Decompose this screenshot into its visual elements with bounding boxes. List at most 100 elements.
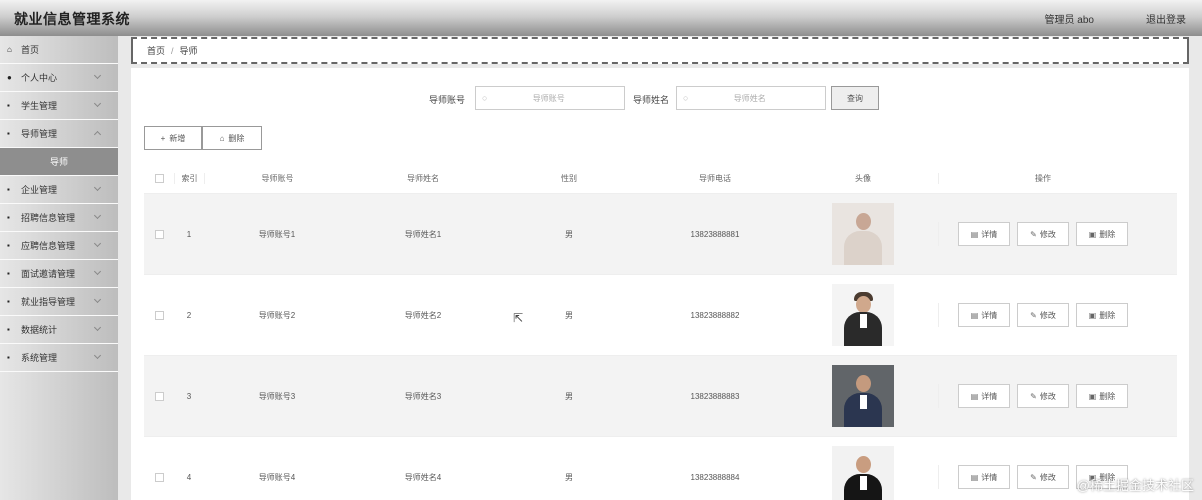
row-index: 1	[186, 229, 192, 239]
grid-icon: ▪	[7, 325, 10, 334]
name-search-input[interactable]: ○ 导师姓名	[676, 86, 826, 110]
detail-label: 详情	[981, 472, 998, 482]
row-avatar-cell	[788, 365, 938, 427]
grid-icon: ▪	[7, 353, 10, 362]
pencil-icon: ✎	[1030, 310, 1037, 320]
row-phone: 13823888884	[690, 472, 740, 482]
trash-icon: ⌂	[219, 133, 225, 143]
row-phone: 13823888881	[690, 229, 740, 239]
detail-button[interactable]: ▤ 详情	[958, 222, 1010, 246]
grid-icon: ▪	[7, 129, 10, 138]
column-header-sex: 性别	[561, 174, 577, 183]
sidebar-item-statistics[interactable]: ▪ 数据统计	[0, 316, 118, 344]
sidebar-item-home[interactable]: ⌂ 首页	[0, 36, 118, 64]
detail-button[interactable]: ▤ 详情	[958, 465, 1010, 489]
delete-label: 删除	[1099, 391, 1116, 401]
sidebar-item-system-management[interactable]: ▪ 系统管理	[0, 344, 118, 372]
row-index: 2	[186, 310, 192, 320]
sidebar-item-guidance-management[interactable]: ▪ 就业指导管理	[0, 288, 118, 316]
select-all-checkbox[interactable]	[144, 174, 174, 183]
chat-icon: ▪	[7, 269, 10, 278]
delete-button-label: 删除	[228, 133, 245, 143]
add-button[interactable]: + 新增	[144, 126, 202, 150]
column-header-avatar: 头像	[855, 174, 871, 183]
avatar	[832, 203, 894, 265]
row-checkbox-cell	[144, 391, 174, 401]
sidebar-item-interview-management[interactable]: ▪ 面试邀请管理	[0, 260, 118, 288]
row-account: 导师账号3	[258, 391, 296, 401]
edit-button[interactable]: ✎ 修改	[1017, 303, 1069, 327]
row-delete-button[interactable]: ▣ 删除	[1076, 303, 1128, 327]
column-header-actions: 操作	[938, 173, 1147, 184]
edit-label: 修改	[1039, 229, 1056, 239]
chat-icon: ▪	[7, 297, 10, 306]
edit-button[interactable]: ✎ 修改	[1017, 384, 1069, 408]
sidebar-subitem-mentor[interactable]: 导师	[0, 148, 118, 176]
row-phone: 13823888883	[690, 391, 740, 401]
column-header-index: 索引	[174, 173, 204, 184]
detail-label: 详情	[981, 310, 998, 320]
mouse-cursor-icon: ⇱	[513, 311, 524, 325]
row-checkbox[interactable]	[154, 391, 164, 401]
delete-label: 删除	[1099, 229, 1116, 239]
doc-icon: ▪	[7, 213, 10, 222]
table-header: 索引 导师账号 导师姓名 性别 导师电话 头像 操作	[144, 164, 1177, 194]
user-icon: ●	[7, 73, 12, 82]
sidebar-item-personal-center[interactable]: ● 个人中心	[0, 64, 118, 92]
row-sex: 男	[565, 229, 573, 239]
row-name: 导师姓名2	[404, 310, 442, 320]
app-title: 就业信息管理系统	[14, 11, 130, 27]
trash-icon: ▣	[1088, 310, 1097, 320]
edit-button[interactable]: ✎ 修改	[1017, 222, 1069, 246]
row-delete-button[interactable]: ▣ 删除	[1076, 384, 1128, 408]
row-checkbox[interactable]	[154, 310, 164, 320]
table-row: 2 导师账号2 导师姓名2 男 13823888882 ▤ 详情 ✎ 修改 ▣ 删除	[144, 275, 1177, 356]
sidebar-item-label: 企业管理	[21, 185, 58, 195]
logout-link[interactable]: 退出登录	[1146, 11, 1186, 26]
breadcrumb-current: 导师	[179, 46, 198, 56]
detail-button[interactable]: ▤ 详情	[958, 303, 1010, 327]
row-checkbox[interactable]	[154, 472, 164, 482]
sidebar-item-recruitment-management[interactable]: ▪ 招聘信息管理	[0, 204, 118, 232]
home-icon: ⌂	[7, 45, 12, 54]
detail-label: 详情	[981, 229, 998, 239]
breadcrumb: 首页 / 导师	[131, 37, 1189, 64]
avatar	[832, 446, 894, 500]
avatar	[832, 284, 894, 346]
sidebar-item-label: 应聘信息管理	[21, 241, 76, 251]
row-phone: 13823888882	[690, 310, 740, 320]
row-checkbox-cell	[144, 310, 174, 320]
row-actions: ▤ 详情 ✎ 修改 ▣ 删除	[938, 303, 1147, 327]
sidebar-item-student-management[interactable]: ▪ 学生管理	[0, 92, 118, 120]
row-sex: 男	[565, 391, 573, 401]
row-delete-button[interactable]: ▣ 删除	[1076, 222, 1128, 246]
sidebar-item-application-management[interactable]: ▪ 应聘信息管理	[0, 232, 118, 260]
sidebar-item-mentor-management[interactable]: ▪ 导师管理	[0, 120, 118, 148]
sidebar-item-label: 就业指导管理	[21, 297, 76, 307]
row-account: 导师账号4	[258, 472, 296, 482]
sidebar-item-label: 招聘信息管理	[21, 213, 76, 223]
grid-icon: ▪	[7, 241, 10, 250]
row-checkbox-cell	[144, 229, 174, 239]
edit-label: 修改	[1039, 310, 1056, 320]
chevron-down-icon	[93, 99, 102, 108]
breadcrumb-home[interactable]: 首页	[147, 44, 165, 57]
delete-label: 删除	[1099, 310, 1116, 320]
chevron-down-icon	[93, 211, 102, 220]
detail-button[interactable]: ▤ 详情	[958, 384, 1010, 408]
account-search-label: 导师账号	[429, 95, 466, 105]
sidebar-item-label: 数据统计	[21, 325, 58, 335]
checkbox[interactable]	[154, 174, 164, 183]
column-header-account: 导师账号	[204, 173, 350, 184]
sidebar-item-company-management[interactable]: ▪ 企业管理	[0, 176, 118, 204]
query-button[interactable]: 查询	[831, 86, 879, 110]
delete-button[interactable]: ⌂ 删除	[202, 126, 262, 150]
main-panel: 导师账号 ○ 导师账号 导师姓名 ○ 导师姓名 查询 + 新增 ⌂ 删除 索引 …	[131, 68, 1189, 500]
edit-button[interactable]: ✎ 修改	[1017, 465, 1069, 489]
row-checkbox[interactable]	[154, 229, 164, 239]
top-bar: 就业信息管理系统 管理员 abo 退出登录	[0, 0, 1202, 36]
row-account: 导师账号2	[258, 310, 296, 320]
chevron-up-icon	[93, 130, 102, 139]
row-index: 4	[186, 472, 192, 482]
account-search-input[interactable]: ○ 导师账号	[475, 86, 625, 110]
